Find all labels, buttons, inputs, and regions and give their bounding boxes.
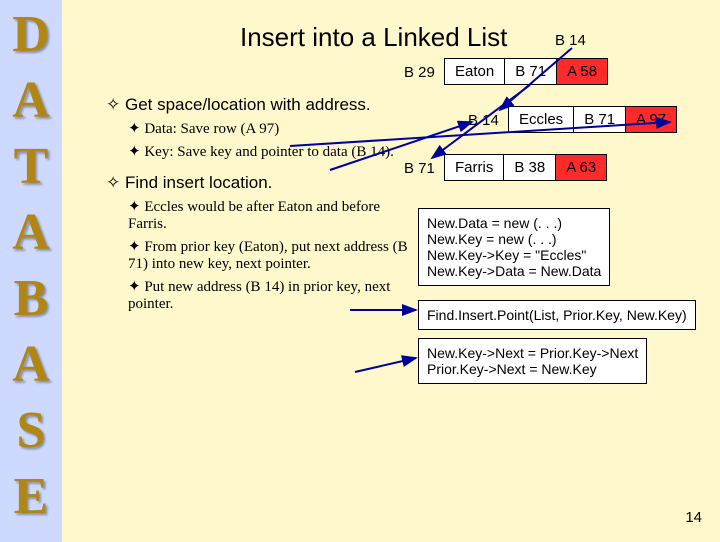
outline-item: Get space/location with address. [106, 95, 418, 115]
outline: Get space/location with address. Data: S… [88, 95, 418, 317]
code-box-2: Find.Insert.Point(List, Prior.Key, New.K… [418, 300, 696, 330]
page-title: Insert into a Linked List [240, 22, 507, 53]
outline-subitem: Data: Save row (A 97) [128, 119, 418, 138]
sidebar-letter: S [0, 398, 62, 464]
sidebar-letter: D [0, 2, 62, 68]
node-next: B 71 [573, 107, 625, 132]
code-box-1: New.Data = new (. . .) New.Key = new (. … [418, 208, 610, 286]
node-addr: B 71 [404, 160, 435, 177]
node-next: B 71 [504, 59, 556, 84]
node-data: A 58 [556, 59, 607, 84]
sidebar: D A T A B A S E [0, 0, 62, 542]
outline-subitem: Key: Save key and pointer to data (B 14)… [128, 142, 418, 161]
node-name: Eccles [509, 107, 573, 132]
node-eccles: Eccles B 71 A 97 [508, 106, 677, 133]
node-name: Eaton [445, 59, 504, 84]
page-number: 14 [685, 509, 702, 526]
sidebar-letter: A [0, 332, 62, 398]
sidebar-letter: B [0, 266, 62, 332]
outline-subitem: From prior key (Eaton), put next address… [128, 237, 418, 273]
node-data: A 63 [555, 155, 606, 180]
node-name: Farris [445, 155, 503, 180]
node-data: A 97 [625, 107, 676, 132]
outline-subitem: Eccles would be after Eaton and before F… [128, 197, 418, 233]
new-addr-label: B 14 [555, 32, 586, 49]
sidebar-letter: E [0, 464, 62, 530]
node-farris: Farris B 38 A 63 [444, 154, 607, 181]
node-eaton: Eaton B 71 A 58 [444, 58, 608, 85]
outline-subitem: Put new address (B 14) in prior key, nex… [128, 277, 418, 313]
code-box-3: New.Key->Next = Prior.Key->Next Prior.Ke… [418, 338, 647, 384]
sidebar-letter: A [0, 68, 62, 134]
node-addr: B 29 [404, 64, 435, 81]
node-next: B 38 [503, 155, 555, 180]
node-addr: B 14 [468, 112, 499, 129]
sidebar-letter: T [0, 134, 62, 200]
sidebar-letter: A [0, 200, 62, 266]
outline-item: Find insert location. [106, 173, 418, 193]
